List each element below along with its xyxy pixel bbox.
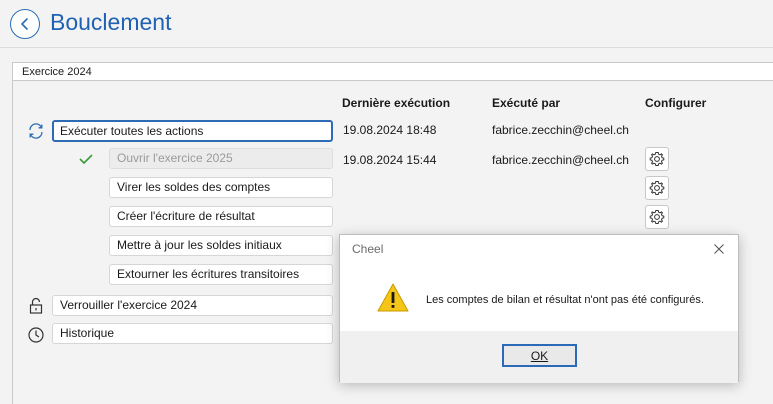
- run-all-last-run: 19.08.2024 18:48: [343, 123, 437, 137]
- column-header-last-run: Dernière exécution: [342, 96, 451, 110]
- configure-open-year-button[interactable]: [645, 147, 669, 171]
- message-dialog: Cheel Les comptes de bilan et résultat n…: [339, 234, 739, 383]
- lock-icon: [26, 296, 46, 316]
- column-header-executed-by: Exécuté par: [492, 96, 561, 110]
- run-all-executed-by: fabrice.zecchin@cheel.ch: [492, 123, 629, 137]
- create-result-entry-button[interactable]: Créer l'écriture de résultat: [109, 206, 333, 227]
- header-divider: [0, 47, 773, 48]
- refresh-icon: [26, 121, 46, 141]
- gear-icon: [649, 152, 665, 166]
- lock-fiscal-year-button[interactable]: Verrouiller l'exercice 2024: [52, 295, 333, 316]
- column-header-configure: Configurer: [645, 96, 707, 110]
- update-opening-balances-button[interactable]: Mettre à jour les soldes initiaux: [109, 235, 333, 256]
- transfer-balances-button[interactable]: Virer les soldes des comptes: [109, 177, 333, 198]
- chevron-left-icon: [21, 18, 28, 30]
- run-all-actions-button[interactable]: Exécuter toutes les actions: [52, 120, 333, 142]
- configure-transfer-balances-button[interactable]: [645, 176, 669, 200]
- ok-button[interactable]: OK: [502, 344, 577, 367]
- close-icon: [714, 244, 724, 254]
- dialog-titlebar: Cheel: [340, 235, 738, 263]
- history-button[interactable]: Historique: [52, 323, 333, 344]
- reverse-transitory-entries-button[interactable]: Extourner les écritures transitoires: [109, 264, 333, 285]
- warning-icon: [377, 283, 409, 312]
- configure-create-result-button[interactable]: [645, 205, 669, 229]
- dialog-message: Les comptes de bilan et résultat n'ont p…: [426, 294, 704, 306]
- page-title: Bouclement: [50, 9, 172, 35]
- dialog-title: Cheel: [352, 242, 384, 256]
- group-title: Exercice 2024: [22, 66, 92, 78]
- dialog-close-button[interactable]: [710, 240, 728, 258]
- clock-icon: [26, 325, 46, 345]
- open-year-last-run: 19.08.2024 15:44: [343, 153, 437, 167]
- gear-icon: [649, 210, 665, 224]
- check-icon: [76, 149, 96, 169]
- open-fiscal-year-button[interactable]: Ouvrir l'exercice 2025: [109, 148, 333, 169]
- open-year-executed-by: fabrice.zecchin@cheel.ch: [492, 153, 629, 167]
- back-button[interactable]: [10, 9, 40, 39]
- header: Bouclement: [0, 0, 773, 48]
- group-header: [12, 62, 773, 81]
- gear-icon: [649, 181, 665, 195]
